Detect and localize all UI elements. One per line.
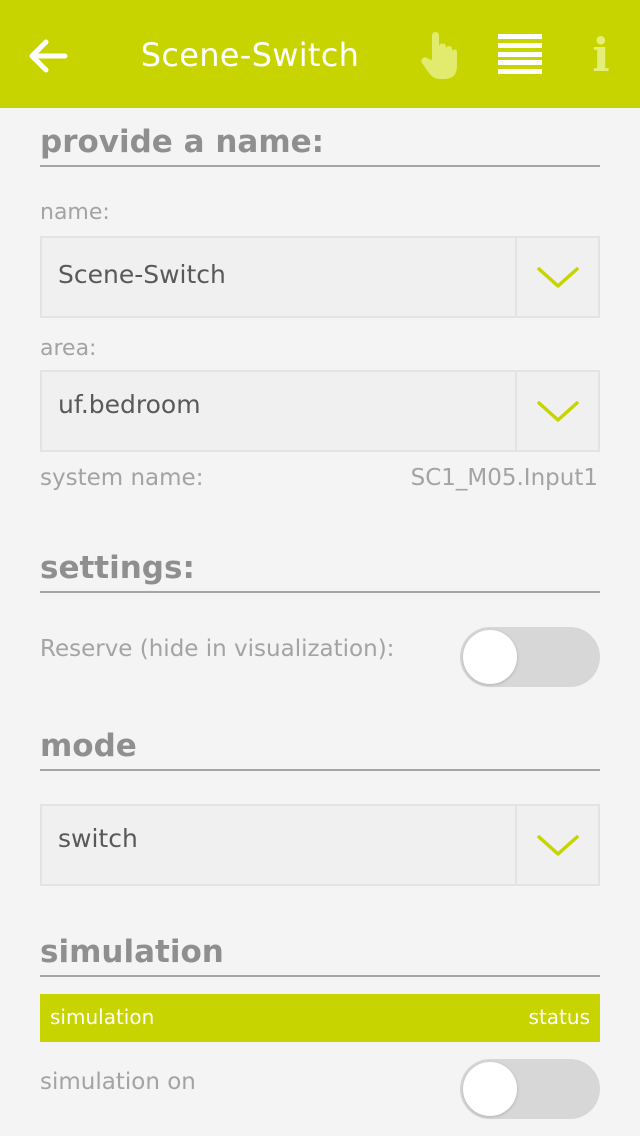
- name-dropdown-button[interactable]: [515, 238, 598, 316]
- section-divider: [40, 975, 600, 977]
- menu-line: [498, 51, 542, 57]
- menu-line: [498, 42, 542, 48]
- section-divider: [40, 165, 600, 167]
- chevron-down-icon: [536, 267, 579, 288]
- page-title: Scene-Switch: [140, 36, 360, 74]
- name-label: name:: [40, 200, 110, 225]
- section-title-simulation: simulation: [40, 934, 224, 970]
- section-title-name: provide a name:: [40, 124, 325, 160]
- hamburger-menu-icon: [498, 34, 542, 74]
- hand-pointer-icon: [421, 32, 457, 79]
- system-name-label: system name:: [40, 465, 204, 491]
- area-value: uf.bedroom: [58, 390, 201, 419]
- simulation-column-header: simulation: [50, 1005, 155, 1029]
- mode-select[interactable]: switch: [40, 804, 600, 886]
- chevron-down-icon: [536, 401, 579, 422]
- mode-value: switch: [58, 824, 138, 853]
- area-select[interactable]: uf.bedroom: [40, 370, 600, 452]
- name-select[interactable]: Scene-Switch: [40, 236, 600, 318]
- mode-dropdown-button[interactable]: [515, 806, 598, 884]
- system-name-value: SC1_M05.Input1: [410, 465, 598, 491]
- top-bar: Scene-Switch i: [0, 0, 640, 108]
- name-value: Scene-Switch: [58, 260, 226, 289]
- info-icon: i: [592, 28, 610, 82]
- section-title-mode: mode: [40, 728, 137, 764]
- arrow-left-icon: [29, 39, 68, 73]
- status-column-header: status: [528, 1005, 590, 1029]
- menu-line: [498, 69, 542, 74]
- info-button[interactable]: i: [584, 30, 618, 80]
- section-divider: [40, 591, 600, 593]
- reserve-label: Reserve (hide in visualization):: [40, 636, 395, 662]
- area-dropdown-button[interactable]: [515, 372, 598, 450]
- simulation-on-label: simulation on: [40, 1069, 196, 1095]
- menu-button[interactable]: [498, 34, 542, 74]
- chevron-down-icon: [536, 835, 579, 856]
- toggle-knob: [463, 1062, 517, 1116]
- section-title-settings: settings:: [40, 550, 195, 586]
- hand-button[interactable]: [418, 30, 460, 82]
- simulation-toggle[interactable]: [460, 1059, 600, 1119]
- menu-line: [498, 60, 542, 66]
- simulation-table-header: simulation status: [40, 994, 600, 1042]
- area-label: area:: [40, 336, 97, 361]
- toggle-knob: [463, 630, 517, 684]
- section-divider: [40, 769, 600, 771]
- back-button[interactable]: [26, 34, 70, 78]
- menu-line: [498, 34, 542, 39]
- reserve-toggle[interactable]: [460, 627, 600, 687]
